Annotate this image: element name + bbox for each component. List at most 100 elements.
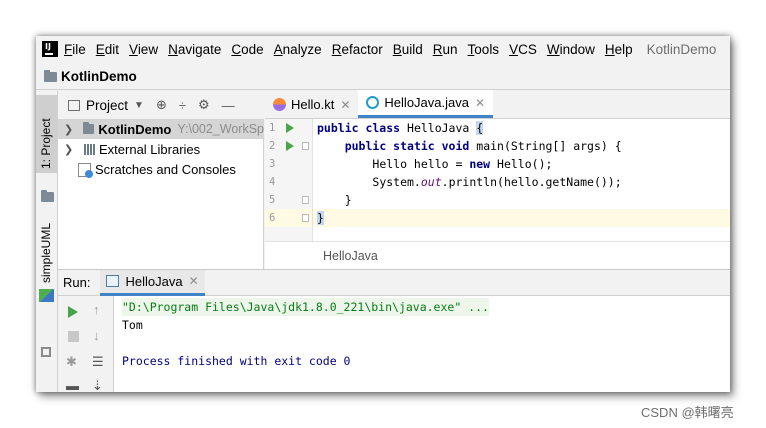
editor-area: Hello.kt ✕ HelloJava.java ✕ 1 2 3 4 5 6 …: [265, 90, 730, 269]
tab-label: HelloJava.java: [384, 95, 469, 110]
line-number-text: 3: [269, 158, 276, 170]
arrow-down-icon[interactable]: ↓: [93, 328, 100, 343]
menu-bar: IJ File Edit View Navigate Code Analyze …: [36, 36, 730, 62]
tree-item-path: Y:\002_WorkSp: [177, 122, 264, 136]
java-class-icon: [366, 96, 380, 109]
breadcrumb[interactable]: HelloJava: [323, 249, 378, 263]
fold-icon[interactable]: [302, 196, 309, 204]
simpleuml-icon[interactable]: [39, 289, 54, 302]
run-gutter-icon[interactable]: [286, 141, 294, 151]
menu-vcs[interactable]: VCS: [509, 42, 537, 57]
menu-code[interactable]: Code: [231, 42, 263, 57]
line-number: 4: [265, 173, 312, 191]
arrow-up-icon[interactable]: ↑: [93, 302, 100, 317]
run-panel-header: Run: HelloJava ✕: [58, 269, 730, 296]
nav-project-name[interactable]: KotlinDemo: [61, 69, 137, 84]
collapse-all-icon[interactable]: ÷: [179, 98, 186, 113]
camera-icon[interactable]: ▬: [66, 378, 79, 392]
tree-item-label: External Libraries: [99, 141, 201, 157]
line-number-text: 5: [269, 194, 276, 206]
project-view-label[interactable]: Project: [86, 98, 128, 113]
menu-window[interactable]: Window: [547, 42, 595, 57]
line-number: 5: [265, 191, 312, 209]
close-icon[interactable]: ✕: [340, 98, 350, 112]
line-number: 1: [265, 119, 312, 137]
tab-hello-kt[interactable]: Hello.kt ✕: [265, 91, 358, 118]
line-number-text: 1: [269, 122, 276, 134]
menu-navigate[interactable]: Navigate: [168, 42, 221, 57]
rerun-icon[interactable]: [68, 306, 78, 318]
simpleuml-tool-tab[interactable]: simpleUML: [39, 223, 53, 283]
minimize-icon[interactable]: —: [222, 98, 235, 113]
left-tool-stripe: 1: Project simpleUML: [36, 91, 58, 392]
code-keyword: public static void: [344, 139, 477, 153]
close-icon[interactable]: ✕: [189, 274, 199, 288]
chevron-right-icon[interactable]: ❯: [64, 123, 75, 136]
menu-run[interactable]: Run: [433, 42, 458, 57]
window-title: KotlinDemo: [646, 41, 717, 57]
tree-item-project-root[interactable]: ❯ KotlinDemo Y:\002_WorkSp: [58, 119, 264, 139]
logo-text: IJ: [45, 42, 51, 51]
locate-icon[interactable]: ⊕: [156, 97, 167, 113]
code-text: System.: [372, 175, 421, 189]
menu-refactor[interactable]: Refactor: [332, 42, 383, 57]
tree-item-external-libraries[interactable]: ❯ External Libraries: [58, 139, 264, 159]
kotlin-file-icon: [273, 98, 286, 111]
menu-build[interactable]: Build: [393, 42, 423, 57]
scroll-to-end-icon[interactable]: ⇣: [92, 378, 103, 392]
menu-analyze[interactable]: Analyze: [274, 42, 322, 57]
tab-run-hellojava[interactable]: HelloJava ✕: [100, 269, 205, 296]
menu-tools[interactable]: Tools: [468, 42, 500, 57]
navigation-bar: KotlinDemo: [36, 64, 730, 90]
code-line: Hello hello = new Hello();: [313, 155, 730, 173]
structure-icon[interactable]: [41, 347, 51, 357]
intellij-logo-icon: IJ: [42, 41, 58, 57]
project-tool-tab[interactable]: 1: Project: [36, 95, 57, 173]
code-text: Hello hello =: [372, 157, 470, 171]
folder-icon: [82, 122, 95, 134]
console-line: "D:\Program Files\Java\jdk1.8.0_221\bin\…: [122, 298, 722, 316]
tab-hellojava-java[interactable]: HelloJava.java ✕: [358, 90, 494, 118]
code-keyword: public class: [317, 121, 408, 135]
menu-help[interactable]: Help: [605, 42, 633, 57]
code-brace: }: [317, 211, 324, 225]
chevron-right-icon[interactable]: ❯: [64, 143, 76, 156]
project-panel: Project ▼ ⊕ ÷ ⚙ — ❯ KotlinDemo Y:\002_Wo…: [58, 91, 264, 269]
ide-window: IJ File Edit View Navigate Code Analyze …: [36, 36, 730, 392]
editor-tab-bar: Hello.kt ✕ HelloJava.java ✕: [265, 90, 730, 119]
project-tool-tab-label: 1: Project: [39, 118, 53, 169]
library-icon: [84, 143, 95, 155]
tree-item-scratches[interactable]: Scratches and Consoles: [58, 159, 264, 179]
pin-icon[interactable]: ✱: [66, 354, 77, 370]
line-number-text: 6: [269, 212, 276, 224]
console-output[interactable]: "D:\Program Files\Java\jdk1.8.0_221\bin\…: [122, 298, 722, 370]
line-number: 2: [265, 137, 312, 155]
editor-breadcrumb-bar: HelloJava: [265, 241, 730, 269]
code-text: main(String[] args) {: [476, 139, 622, 153]
code-line: public static void main(String[] args) {: [313, 137, 730, 155]
run-tab-label: HelloJava: [125, 273, 183, 289]
folder-icon: [44, 69, 57, 82]
menu-edit[interactable]: Edit: [96, 42, 119, 57]
line-number-text: 2: [269, 140, 276, 152]
fold-icon[interactable]: [302, 142, 309, 150]
menu-view[interactable]: View: [129, 42, 158, 57]
soft-wrap-icon[interactable]: ☰: [92, 354, 104, 370]
code-text: }: [317, 193, 352, 207]
run-panel: Run: HelloJava ✕ ↑ ↓ ✱ ☰ ▬ ⇣ "D:\Program…: [58, 269, 730, 392]
code-line: }: [313, 191, 730, 209]
run-toolbar: ↑ ↓ ✱ ☰ ▬ ⇣: [58, 296, 114, 392]
fold-icon[interactable]: [302, 214, 309, 222]
chevron-down-icon[interactable]: ▼: [134, 100, 144, 111]
stop-icon[interactable]: [68, 331, 79, 342]
run-gutter-icon[interactable]: [286, 123, 294, 133]
console-command[interactable]: "D:\Program Files\Java\jdk1.8.0_221\bin\…: [122, 298, 489, 316]
close-icon[interactable]: ✕: [475, 96, 485, 110]
gear-icon[interactable]: ⚙: [198, 97, 210, 113]
menu-file[interactable]: File: [64, 42, 86, 57]
code-line: System.out.println(hello.getName());: [313, 173, 730, 191]
